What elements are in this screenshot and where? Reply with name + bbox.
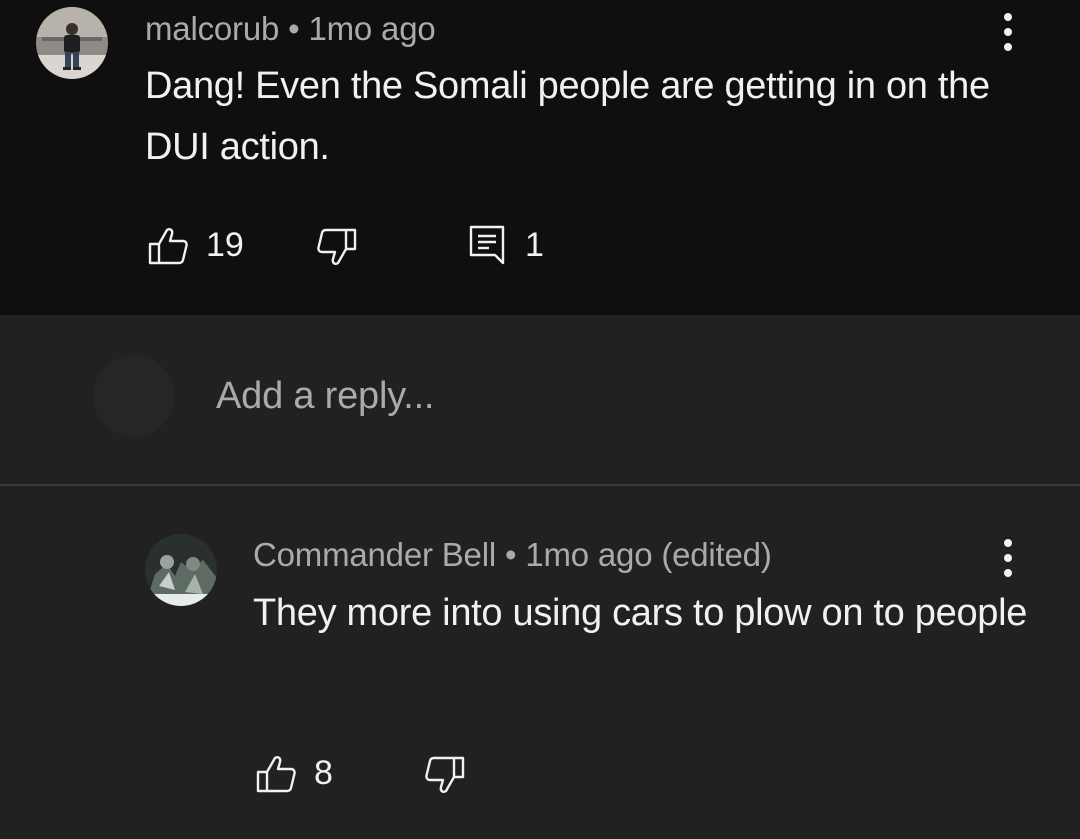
like-count: 19 [206, 226, 244, 264]
avatar-image-icon [145, 534, 217, 606]
meta-separator: • [288, 10, 300, 47]
comment-time: 1mo ago (edited) [525, 536, 772, 573]
dislike-button[interactable] [317, 228, 357, 266]
reply-comment-icon [469, 225, 505, 265]
meta-separator: • [504, 536, 517, 573]
add-reply-bar: Add a reply... [0, 315, 1080, 486]
dislike-button[interactable] [425, 756, 465, 794]
thumbs-down-icon [317, 228, 357, 265]
reply-button[interactable]: 1 [469, 225, 544, 265]
reply-count: 1 [525, 225, 544, 264]
like-count: 8 [314, 754, 333, 792]
author-name[interactable]: malcorub [145, 10, 279, 47]
more-vert-icon[interactable] [996, 534, 1020, 582]
avatar-photo-icon [36, 7, 108, 79]
top-comment: malcorub • 1mo ago Dang! Even the Somali p… [0, 0, 1080, 315]
avatar[interactable] [36, 7, 108, 79]
current-user-avatar [93, 355, 175, 437]
reply-comment: Commander Bell • 1mo ago (edited) They mor… [0, 486, 1080, 839]
thumbs-up-icon [148, 227, 188, 264]
avatar[interactable] [145, 534, 217, 606]
comment-meta: malcorub • 1mo ago [145, 10, 436, 48]
comment-meta: Commander Bell • 1mo ago (edited) [253, 536, 772, 574]
thumbs-down-icon [425, 756, 465, 793]
add-reply-input[interactable]: Add a reply... [216, 375, 976, 425]
comment-text: They more into using cars to plow on to … [253, 592, 1028, 634]
comment-thread: malcorub • 1mo ago Dang! Even the Somali p… [0, 0, 1080, 839]
author-name[interactable]: Commander Bell [253, 536, 496, 573]
comment-time: 1mo ago [308, 10, 436, 47]
more-vert-icon[interactable] [996, 8, 1020, 56]
like-button[interactable]: 19 [148, 226, 244, 265]
thumbs-up-icon [256, 755, 296, 792]
like-button[interactable]: 8 [256, 754, 333, 793]
comment-text: Dang! Even the Somali people are getting… [145, 65, 990, 168]
